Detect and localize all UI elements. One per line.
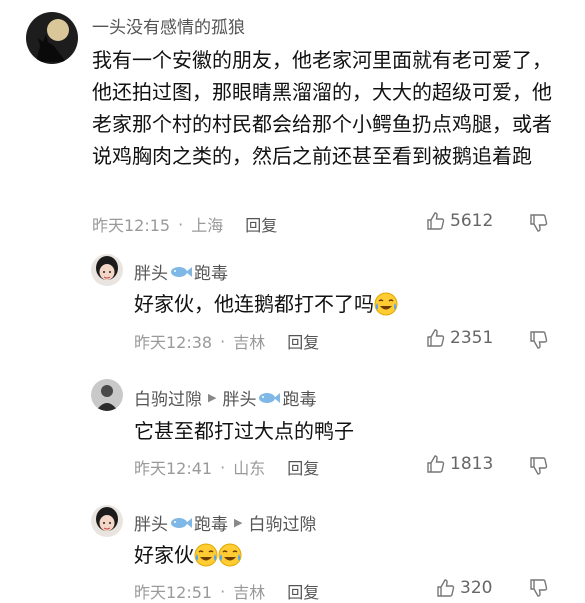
fish-icon	[259, 392, 281, 403]
meta-separator: ·	[178, 214, 184, 234]
reply-meta: 昨天12:38 · 吉林 回复	[134, 329, 319, 353]
like-count: 5612	[450, 211, 494, 231]
girl-avatar-icon	[91, 505, 123, 537]
reply-location: 吉林	[233, 333, 266, 352]
thumbs-down-icon[interactable]	[529, 456, 549, 476]
girl-avatar-icon	[91, 254, 123, 286]
avatar[interactable]	[91, 254, 123, 286]
reply-target-name[interactable]: 胖头	[222, 385, 256, 410]
reply-text-content: 好家伙	[134, 543, 194, 567]
fish-icon	[171, 517, 192, 528]
reply-text-content: 它甚至都打过大点的鸭子	[134, 419, 354, 443]
reply-button[interactable]: 回复	[287, 455, 319, 479]
bust-avatar-icon	[91, 379, 123, 411]
like-button[interactable]: 320	[436, 578, 492, 598]
reply-arrow-icon: ▶	[208, 391, 217, 404]
like-button[interactable]: 2351	[426, 328, 493, 348]
thumbs-up-icon	[427, 329, 445, 347]
reply-author[interactable]: 白驹过隙 ▶ 胖头 跑毒	[134, 385, 316, 410]
avatar[interactable]	[91, 505, 123, 537]
reply-author-suffix: 跑毒	[194, 515, 228, 535]
reply-meta: 昨天12:51 · 吉林 回复	[134, 579, 319, 603]
like-count: 1813	[450, 454, 494, 474]
reply-button[interactable]: 回复	[245, 212, 277, 236]
like-button[interactable]: 5612	[426, 211, 493, 231]
crying-laughing-emoji-icon	[218, 543, 242, 567]
comment-meta: 昨天12:15 · 上海 回复	[92, 212, 277, 236]
comment-author-name: 一头没有感情的孤狼	[92, 18, 245, 38]
thumbs-up-icon	[427, 455, 445, 473]
reply-target-suffix: 跑毒	[282, 390, 317, 410]
reply-text-content: 好家伙，他连鹅都打不了吗	[134, 292, 374, 316]
reply-text: 好家伙，他连鹅都打不了吗	[134, 288, 398, 320]
like-count: 2351	[450, 328, 494, 348]
thumbs-down-icon[interactable]	[529, 213, 549, 233]
reply-time: 昨天12:38	[134, 333, 213, 352]
comment-author[interactable]: 一头没有感情的孤狼	[92, 13, 245, 38]
crying-laughing-emoji-icon	[374, 292, 398, 316]
reply-author-name: 胖头	[134, 515, 168, 535]
comment-location: 上海	[191, 216, 224, 235]
reply-arrow-icon: ▶	[234, 516, 243, 529]
meta-separator: ·	[220, 457, 226, 477]
crying-laughing-emoji-icon	[194, 543, 218, 567]
reply-text: 好家伙	[134, 539, 242, 571]
reply-location: 吉林	[233, 583, 266, 602]
reply-author-name: 胖头	[134, 264, 168, 284]
reply-author-name: 白驹过隙	[134, 390, 202, 410]
reply-target-name[interactable]: 白驹过隙	[248, 510, 316, 535]
comment-text: 我有一个安徽的朋友，他老家河里面就有老可爱了，他还拍过图，那眼睛黑溜溜的，大大的…	[92, 48, 552, 168]
reply-author[interactable]: 胖头 跑毒 ▶ 白驹过隙	[134, 510, 316, 535]
reply-meta: 昨天12:41 · 山东 回复	[134, 455, 319, 479]
comment-time: 昨天12:15	[92, 216, 171, 235]
reply-button[interactable]: 回复	[287, 329, 319, 353]
reply-time: 昨天12:41	[134, 459, 213, 478]
like-button[interactable]: 1813	[426, 454, 493, 474]
reply-location: 山东	[233, 459, 266, 478]
thumbs-up-icon	[437, 579, 455, 597]
reply-button[interactable]: 回复	[287, 579, 319, 603]
meta-separator: ·	[220, 331, 226, 351]
avatar[interactable]	[91, 379, 123, 411]
thumbs-up-icon	[427, 212, 445, 230]
thumbs-down-icon[interactable]	[529, 330, 549, 350]
like-count: 320	[460, 578, 493, 598]
reply-text: 它甚至都打过大点的鸭子	[134, 415, 354, 447]
avatar[interactable]	[26, 12, 78, 64]
reply-author-suffix: 跑毒	[194, 264, 228, 284]
wolf-avatar-icon	[26, 12, 78, 64]
thumbs-down-icon[interactable]	[529, 578, 549, 598]
fish-icon	[171, 266, 192, 277]
reply-time: 昨天12:51	[134, 583, 213, 602]
reply-author[interactable]: 胖头 跑毒	[134, 259, 228, 284]
